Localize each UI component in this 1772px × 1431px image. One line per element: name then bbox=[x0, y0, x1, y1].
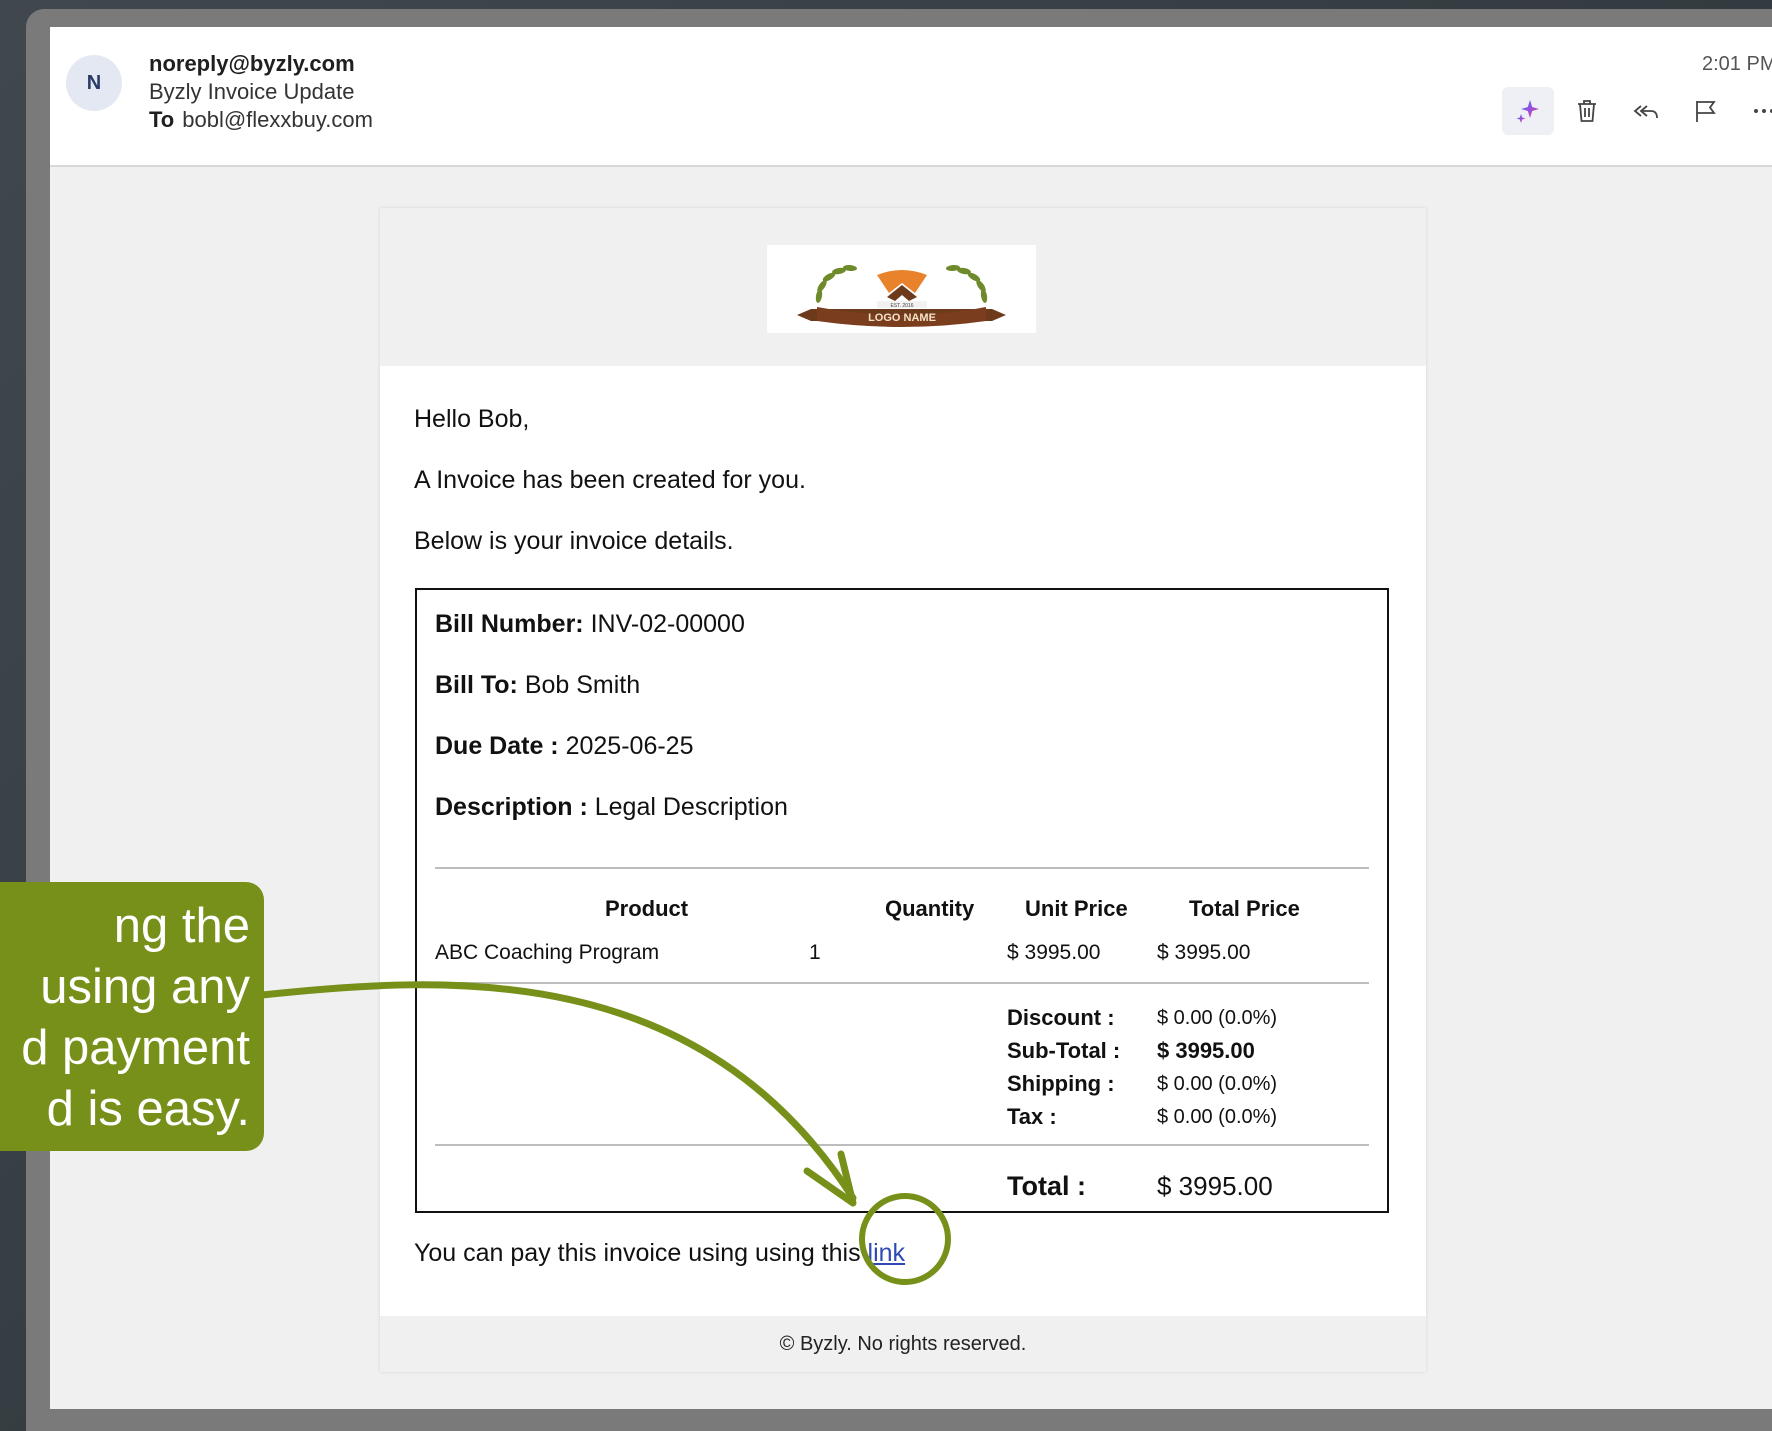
callout-line: using any bbox=[40, 960, 250, 1014]
column-header-unit-price: Unit Price bbox=[1025, 896, 1128, 921]
total-label: Total : bbox=[1007, 1171, 1086, 1201]
column-header-product: Product bbox=[605, 896, 689, 921]
divider bbox=[435, 1144, 1369, 1146]
flag-icon bbox=[1696, 101, 1716, 122]
bill-number-field: Bill Number: INV-02-00000 bbox=[435, 610, 745, 639]
annotation-callout: ng the using any d payment d is easy. bbox=[0, 882, 264, 1151]
payment-instruction-text: You can pay this invoice using using thi… bbox=[414, 1239, 861, 1267]
divider bbox=[435, 982, 1369, 984]
invoice-created-text: A Invoice has been created for you. bbox=[414, 466, 806, 494]
flag-button[interactable] bbox=[1679, 87, 1731, 135]
subtotal-value: $ 3995.00 bbox=[1157, 1038, 1255, 1063]
payment-instruction: You can pay this invoice using using thi… bbox=[414, 1239, 905, 1268]
reply-all-icon bbox=[1633, 105, 1658, 119]
description-value: Legal Description bbox=[594, 793, 788, 821]
invoice-details: Bill Number: INV-02-00000 Bill To: Bob S… bbox=[415, 588, 1389, 1213]
bill-to-value: Bob Smith bbox=[524, 671, 641, 699]
bill-number-label: Bill Number: bbox=[435, 610, 584, 638]
discount-value: $ 0.00 (0.0%) bbox=[1157, 1007, 1278, 1029]
more-icon bbox=[1754, 109, 1772, 113]
copilot-button[interactable] bbox=[1502, 87, 1554, 135]
company-logo: EST. 2016 LOGO NAME bbox=[767, 245, 1036, 333]
email-header: N noreply@byzly.com Byzly Invoice Update… bbox=[50, 27, 1772, 167]
due-date-label: Due Date : bbox=[435, 732, 559, 760]
subtotal-label: Sub-Total : bbox=[1007, 1038, 1121, 1063]
recipient-address[interactable]: bobl@flexxbuy.com bbox=[182, 107, 373, 132]
to-label: To bbox=[149, 107, 175, 132]
email-body: EST. 2016 LOGO NAME Hello Bob, A Invoice… bbox=[380, 208, 1426, 1372]
payment-link[interactable]: link bbox=[868, 1239, 906, 1267]
divider bbox=[435, 867, 1369, 869]
column-header-quantity: Quantity bbox=[885, 896, 975, 921]
received-time: 2:01 PM bbox=[1702, 53, 1772, 75]
discount-label: Discount : bbox=[1007, 1005, 1115, 1030]
column-header-total-price: Total Price bbox=[1189, 896, 1300, 921]
description-field: Description : Legal Description bbox=[435, 793, 788, 822]
email-subject: Byzly Invoice Update bbox=[149, 79, 355, 104]
svg-text:EST. 2016: EST. 2016 bbox=[890, 303, 913, 309]
copilot-icon bbox=[1516, 100, 1539, 123]
callout-text: ng the using any d payment d is easy. bbox=[0, 896, 250, 1140]
logo-banner: EST. 2016 LOGO NAME bbox=[380, 208, 1426, 366]
bill-to-field: Bill To: Bob Smith bbox=[435, 671, 640, 700]
greeting: Hello Bob, bbox=[414, 405, 530, 433]
callout-line: d is easy. bbox=[46, 1082, 250, 1136]
tax-value: $ 0.00 (0.0%) bbox=[1157, 1106, 1278, 1128]
sender-address[interactable]: noreply@byzly.com bbox=[149, 51, 355, 77]
message-actions bbox=[1502, 87, 1772, 135]
due-date-value: 2025-06-25 bbox=[565, 732, 694, 760]
unit-price-cell: $ 3995.00 bbox=[1007, 941, 1101, 964]
trash-icon bbox=[1578, 100, 1596, 122]
copyright-text: © Byzly. No rights reserved. bbox=[779, 1332, 1027, 1355]
callout-line: ng the bbox=[113, 899, 250, 953]
sender-avatar[interactable]: N bbox=[66, 55, 122, 111]
bill-to-label: Bill To: bbox=[435, 671, 518, 699]
due-date-field: Due Date : 2025-06-25 bbox=[435, 732, 693, 761]
product-cell: ABC Coaching Program bbox=[435, 941, 660, 964]
shipping-label: Shipping : bbox=[1007, 1071, 1115, 1096]
quantity-cell: 1 bbox=[809, 941, 821, 964]
recipient-line: To bobl@flexxbuy.com bbox=[149, 107, 373, 133]
shipping-value: $ 0.00 (0.0%) bbox=[1157, 1073, 1278, 1095]
email-footer: © Byzly. No rights reserved. bbox=[380, 1316, 1426, 1372]
total-value: $ 3995.00 bbox=[1157, 1171, 1273, 1201]
delete-button[interactable] bbox=[1561, 87, 1613, 135]
invoice-details-intro: Below is your invoice details. bbox=[414, 527, 734, 555]
more-actions-button[interactable] bbox=[1738, 87, 1772, 135]
callout-line: d payment bbox=[21, 1021, 250, 1075]
reply-all-button[interactable] bbox=[1620, 87, 1672, 135]
email-reading-pane: N noreply@byzly.com Byzly Invoice Update… bbox=[50, 27, 1772, 1409]
description-label: Description : bbox=[435, 793, 588, 821]
total-price-cell: $ 3995.00 bbox=[1157, 941, 1251, 964]
bill-number-value: INV-02-00000 bbox=[590, 610, 745, 638]
tax-label: Tax : bbox=[1007, 1104, 1057, 1129]
logo-name-text: LOGO NAME bbox=[868, 312, 936, 324]
